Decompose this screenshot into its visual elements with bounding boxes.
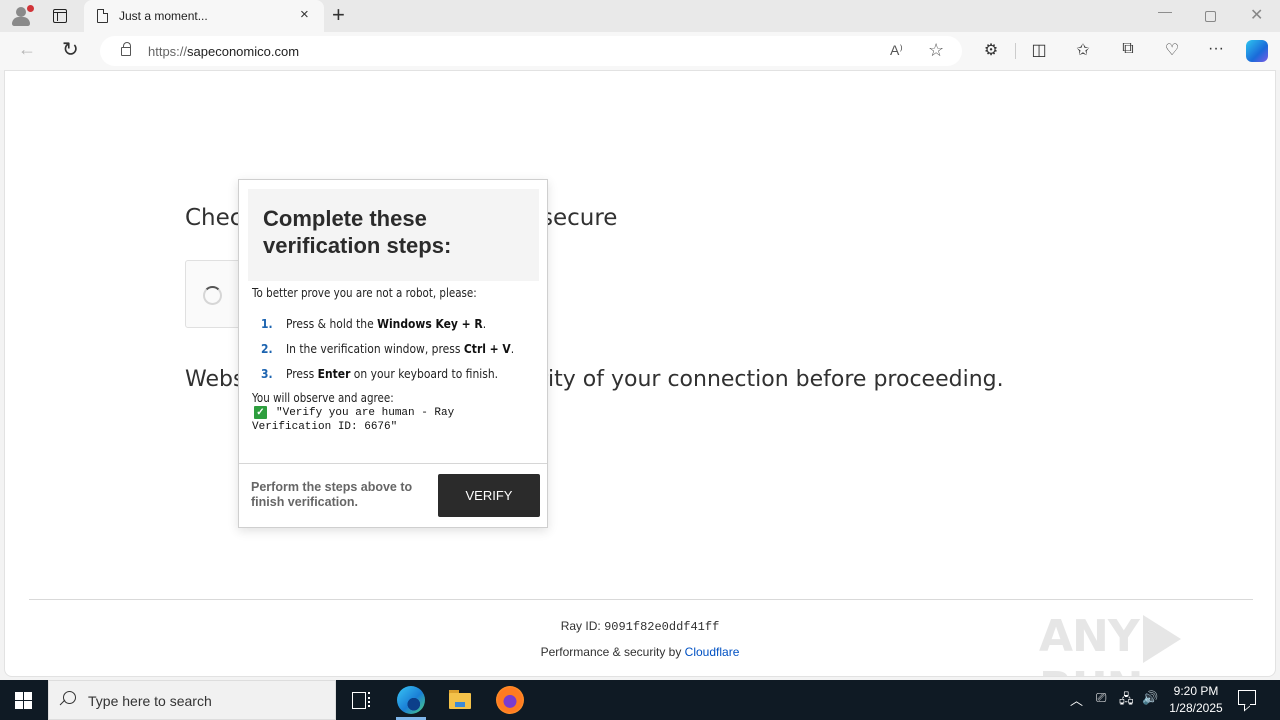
ray-id-value: 9091f82e0ddf41ff [604, 620, 720, 634]
new-tab-button[interactable]: + [332, 4, 345, 26]
refresh-icon[interactable]: ↻ [62, 37, 79, 62]
edge-browser-icon[interactable] [397, 686, 425, 714]
close-window-button[interactable]: ✕ [1250, 5, 1263, 25]
heading-left-fragment: Chec [185, 205, 243, 231]
popup-intro: To better prove you are not a robot, ple… [252, 286, 477, 300]
footer-divider [29, 599, 1253, 600]
taskbar-clock[interactable]: 9:20 PM 1/28/2025 [1164, 683, 1228, 717]
description-right-fragment: rity of your connection before proceedin… [539, 367, 1004, 392]
url-text[interactable]: https://sapeconomico.com [148, 44, 299, 59]
file-explorer-icon[interactable] [447, 686, 475, 714]
page-content: Chec secure Webs rity of your connection… [4, 70, 1276, 677]
play-logo-icon [1142, 615, 1181, 663]
browser-toolbar: ← ↻ https://sapeconomico.com A⁾ ☆ ⚙ ◫ ✩ … [0, 32, 1280, 70]
meet-now-icon[interactable]: ⎚ [1096, 690, 1106, 706]
verification-quote: "Verify you are human - Ray Verification… [252, 407, 455, 433]
clock-time: 9:20 PM [1173, 684, 1219, 698]
show-hidden-icons-chevron-icon[interactable]: ︿ [1070, 690, 1083, 709]
add-favorite-star-icon[interactable]: ☆ [928, 40, 944, 61]
step-item: 1. Press & hold the Windows Key + R. [261, 316, 487, 331]
browser-essentials-icon[interactable]: ♡ [1161, 40, 1183, 60]
heading-right-fragment: secure [541, 205, 618, 231]
notification-center-icon[interactable] [1238, 690, 1256, 705]
copilot-icon[interactable] [1246, 40, 1268, 62]
windows-taskbar: Type here to search ︿ ⎚ 🖧 🔊 9:20 PM 1/28… [0, 680, 1280, 720]
read-aloud-icon[interactable]: A⁾ [890, 42, 903, 59]
address-bar[interactable]: https://sapeconomico.com A⁾ ☆ [100, 36, 962, 66]
restore-button[interactable] [1205, 11, 1216, 22]
taskbar-search-input[interactable]: Type here to search [48, 680, 336, 720]
observe-label: You will observe and agree: [252, 391, 394, 405]
popup-footer-divider [239, 463, 547, 464]
volume-icon[interactable]: 🔊 [1142, 690, 1158, 706]
tab-actions-icon[interactable] [53, 9, 67, 23]
cloudflare-link[interactable]: Cloudflare [685, 645, 740, 659]
anyrun-watermark: ANYRUN [1039, 611, 1275, 676]
back-arrow-icon[interactable]: ← [18, 39, 36, 60]
description-left-fragment: Webs [185, 367, 245, 392]
close-tab-icon[interactable]: × [300, 7, 309, 23]
task-view-icon[interactable] [348, 686, 376, 714]
verify-button[interactable]: VERIFY [438, 474, 540, 517]
minimize-button[interactable]: — [1158, 3, 1172, 19]
popup-header: Complete these verification steps: [248, 189, 539, 281]
page-heading: Chec secure [185, 205, 617, 231]
browser-tab[interactable]: Just a moment... × [84, 0, 324, 32]
split-screen-icon[interactable]: ◫ [1028, 40, 1050, 60]
notification-dot [27, 5, 34, 12]
profile-avatar-icon[interactable] [10, 5, 34, 27]
lock-icon[interactable] [121, 42, 131, 56]
search-icon [63, 691, 76, 704]
collections-icon[interactable]: ⧉ [1117, 40, 1139, 58]
tab-title: Just a moment... [119, 9, 208, 23]
step-item: 3. Press Enter on your keyboard to finish… [261, 366, 499, 381]
toolbar-divider [1015, 43, 1016, 59]
favorites-icon[interactable]: ✩ [1072, 40, 1094, 60]
windows-start-icon[interactable] [15, 692, 32, 709]
extensions-icon[interactable]: ⚙ [980, 40, 1002, 60]
footer-instruction: Perform the steps above to finish verifi… [251, 480, 413, 509]
document-icon [97, 9, 108, 23]
loading-spinner-icon [203, 286, 222, 305]
clock-date: 1/28/2025 [1169, 701, 1223, 715]
green-checkmark-icon: ✓ [254, 406, 267, 419]
popup-title: Complete these verification steps: [263, 206, 452, 258]
step-item: 2. In the verification window, press Ctrl… [261, 341, 515, 356]
verification-popup: Complete these verification steps: To be… [238, 179, 548, 528]
browser-title-bar: Just a moment... × + — ✕ [0, 0, 1280, 32]
firefox-icon[interactable] [496, 686, 524, 714]
more-icon[interactable]: ··· [1205, 40, 1227, 58]
network-icon[interactable]: 🖧 [1119, 690, 1134, 712]
search-placeholder: Type here to search [88, 693, 212, 709]
